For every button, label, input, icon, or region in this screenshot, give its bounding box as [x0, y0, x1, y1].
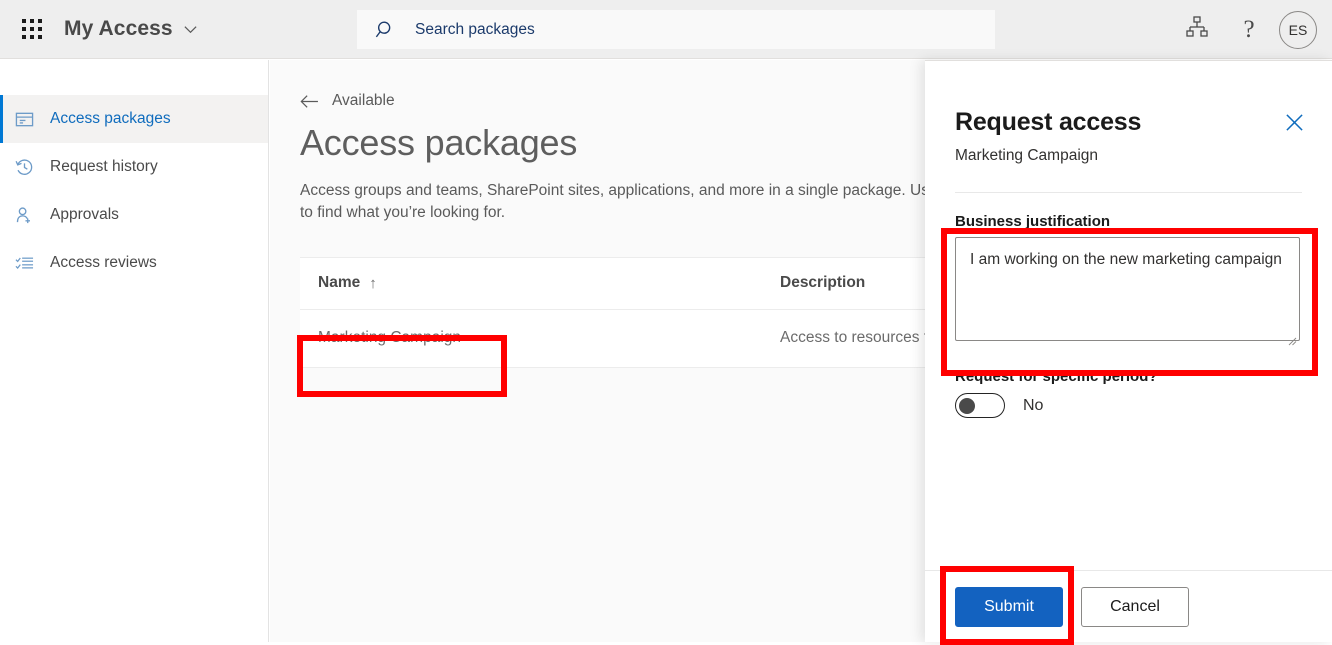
org-hierarchy-icon [1185, 15, 1209, 44]
panel-subtitle: Marketing Campaign [955, 147, 1302, 165]
panel-footer: Submit Cancel [925, 570, 1332, 642]
panel-title: Request access [955, 108, 1302, 137]
search-input[interactable]: Search packages [357, 10, 995, 49]
help-button[interactable]: ? [1223, 0, 1275, 59]
org-hierarchy-button[interactable] [1171, 0, 1223, 59]
panel-body: Business justification Request for speci… [925, 193, 1332, 418]
request-access-panel: Request access Marketing Campaign Busine… [925, 60, 1332, 642]
specific-period-toggle[interactable] [955, 393, 1005, 418]
chevron-down-icon [183, 22, 198, 37]
page-description: Access groups and teams, SharePoint site… [300, 180, 990, 225]
cancel-button[interactable]: Cancel [1081, 587, 1189, 627]
justification-label: Business justification [955, 213, 1302, 230]
justification-input[interactable] [955, 237, 1300, 341]
breadcrumb-label: Available [332, 92, 395, 110]
justification-field-wrapper [955, 237, 1300, 346]
history-clock-icon [15, 158, 41, 177]
sidebar-item-access-packages[interactable]: Access packages [0, 95, 268, 143]
app-launcher-icon [22, 19, 42, 39]
sidebar-item-label: Request history [50, 158, 158, 176]
checklist-icon [15, 254, 41, 273]
specific-period-section: Request for specific period? No [955, 368, 1302, 418]
search-placeholder: Search packages [415, 21, 535, 39]
close-button[interactable] [1278, 106, 1310, 138]
sort-ascending-icon: ↑ [369, 275, 377, 292]
submit-button[interactable]: Submit [955, 587, 1063, 627]
sidebar-item-request-history[interactable]: Request history [0, 143, 268, 191]
panel-divider [955, 192, 1302, 193]
back-arrow-icon [300, 94, 319, 109]
close-icon [1285, 113, 1304, 132]
sidebar: Access packages Request history Approval… [0, 60, 269, 642]
specific-period-label: Request for specific period? [955, 368, 1302, 385]
brand-menu[interactable]: My Access [64, 17, 198, 41]
sidebar-item-access-reviews[interactable]: Access reviews [0, 239, 268, 287]
toggle-knob [959, 398, 975, 414]
panel-header: Request access Marketing Campaign [925, 61, 1332, 193]
person-add-icon [15, 206, 41, 225]
specific-period-toggle-value: No [1023, 397, 1043, 415]
search-icon [375, 19, 397, 41]
sidebar-item-approvals[interactable]: Approvals [0, 191, 268, 239]
specific-period-toggle-row: No [955, 393, 1302, 418]
package-icon [15, 110, 41, 129]
top-bar: My Access Search packages [0, 0, 1332, 59]
column-header-name[interactable]: Name ↑ [300, 274, 762, 292]
help-question-icon: ? [1243, 16, 1254, 44]
sidebar-item-label: Access reviews [50, 254, 157, 272]
cell-name: Marketing Campaign [300, 329, 762, 347]
app-launcher-button[interactable] [8, 5, 56, 53]
column-header-name-label: Name [318, 274, 360, 292]
avatar[interactable]: ES [1279, 11, 1317, 49]
sidebar-item-label: Access packages [50, 110, 171, 128]
avatar-initials: ES [1289, 22, 1308, 38]
column-header-description-label: Description [780, 274, 865, 291]
column-header-description[interactable]: Description [762, 274, 865, 292]
top-bar-actions: ? ES [1171, 0, 1332, 59]
sidebar-item-label: Approvals [50, 206, 119, 224]
brand-title: My Access [64, 17, 173, 41]
